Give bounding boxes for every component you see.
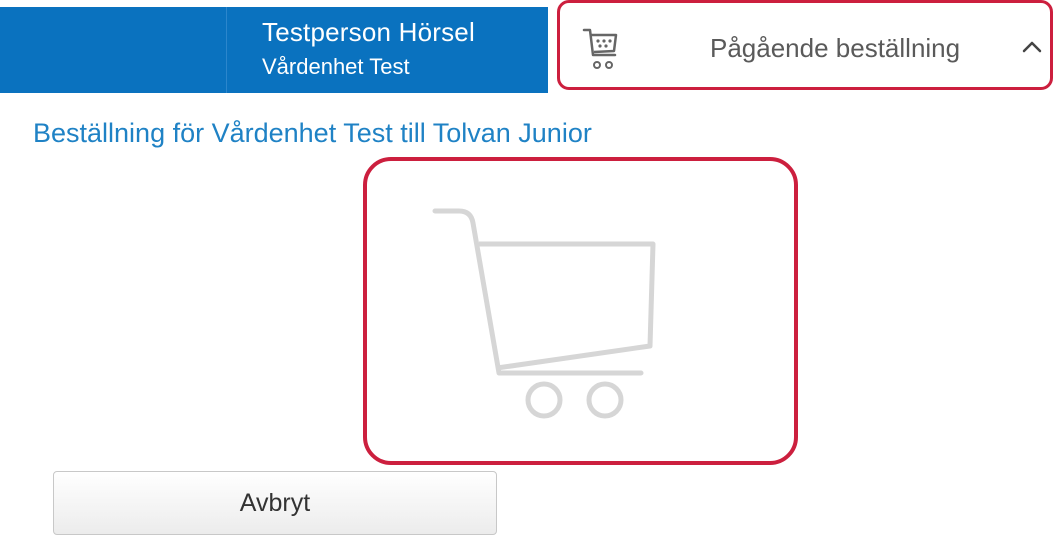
cancel-button[interactable]: Avbryt [53, 471, 497, 535]
user-panel: Testperson Hörsel Vårdenhet Test [0, 7, 548, 93]
empty-cart-icon [432, 208, 656, 419]
panel-divider [226, 7, 227, 93]
shopping-cart-icon [582, 28, 618, 69]
user-unit: Vårdenhet Test [262, 54, 410, 79]
chevron-up-icon[interactable] [1019, 37, 1045, 57]
order-title: Beställning för Vårdenhet Test till Tolv… [33, 118, 592, 148]
empty-cart-area [363, 157, 798, 465]
ongoing-order-label: Pågående beställning [710, 33, 961, 63]
top-bar: Testperson Hörsel Vårdenhet Test Pågåend… [0, 0, 1057, 95]
user-name: Testperson Hörsel [262, 17, 475, 47]
ongoing-order-toggle[interactable]: Pågående beställning [557, 0, 1053, 90]
